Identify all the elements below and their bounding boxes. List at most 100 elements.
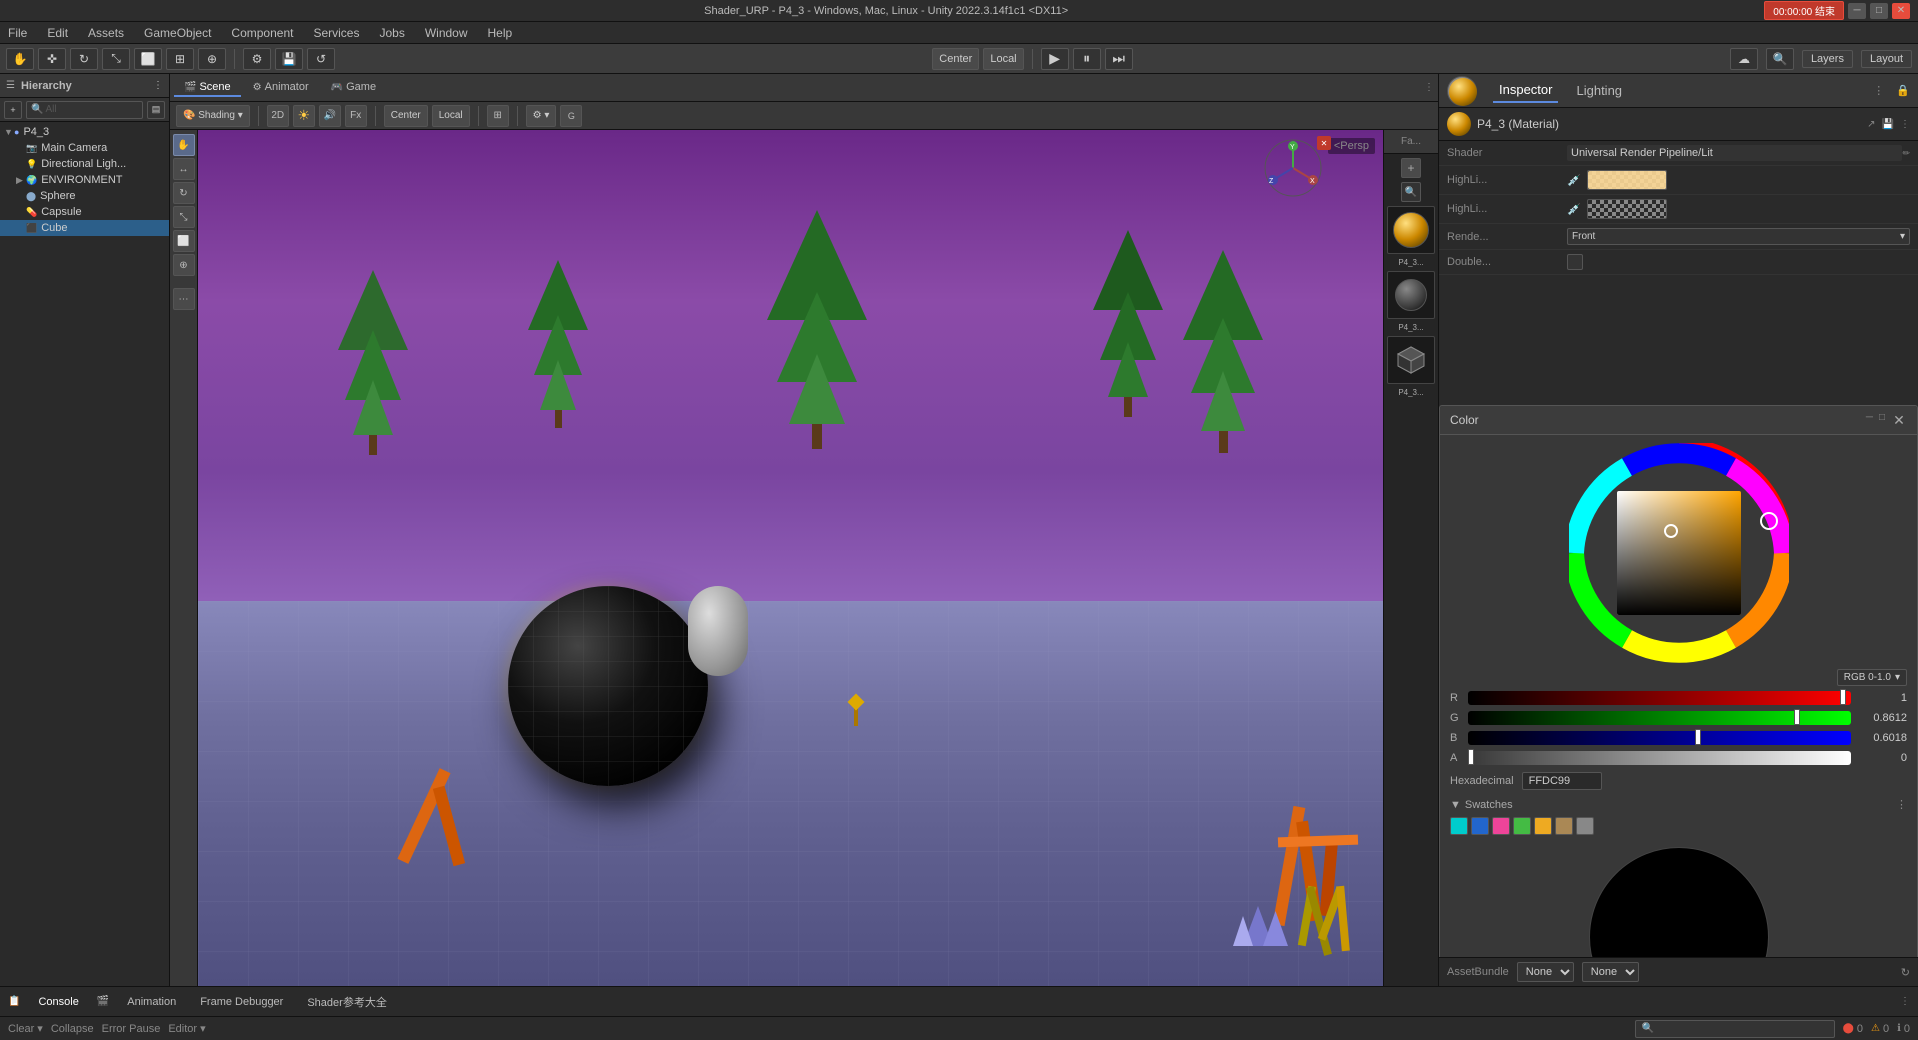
gizmo-close[interactable]: ✕ — [1317, 136, 1331, 150]
hier-item-cube[interactable]: ⬛ Cube — [0, 220, 169, 236]
tab-game[interactable]: 🎮Game — [321, 79, 386, 97]
collapse-btn[interactable]: Collapse — [51, 1023, 94, 1035]
hier-item-sphere[interactable]: ⬤ Sphere — [0, 188, 169, 204]
color-panel-expand[interactable]: □ — [1879, 412, 1885, 428]
close-btn[interactable]: ✕ — [1892, 3, 1910, 19]
menu-jobs[interactable]: Jobs — [375, 24, 408, 42]
a-slider-thumb[interactable] — [1468, 749, 1474, 765]
settings-btn[interactable]: ⚙ — [243, 48, 271, 70]
b-value[interactable]: 0.6018 — [1857, 732, 1907, 744]
vfx-toggle[interactable]: Fx — [345, 105, 367, 127]
menu-edit[interactable]: Edit — [43, 24, 72, 42]
scene-tabs-menu[interactable]: ⋮ — [1424, 82, 1434, 93]
error-pause-label[interactable]: Error Pause — [102, 1023, 161, 1035]
console-search[interactable]: 🔍 — [1635, 1020, 1835, 1038]
vtool-custom[interactable]: ⊕ — [173, 254, 195, 276]
swatch-blue[interactable] — [1471, 817, 1489, 835]
record-timer-btn[interactable]: 00:00:00 结束 — [1764, 1, 1844, 20]
tab-console[interactable]: Console — [32, 994, 84, 1010]
layout-dropdown[interactable]: Layout — [1861, 50, 1912, 68]
local-btn[interactable]: Local — [432, 105, 470, 127]
menu-file[interactable]: File — [4, 24, 31, 42]
vtool-rotate[interactable]: ↻ — [173, 182, 195, 204]
cloud-btn[interactable]: 🔍 — [1766, 48, 1794, 70]
hier-filter-btn[interactable]: ▤ — [147, 101, 165, 119]
tab-animator[interactable]: ⚙Animator — [243, 79, 319, 97]
b-slider-track[interactable] — [1468, 731, 1851, 745]
swatch-cyan[interactable] — [1450, 817, 1468, 835]
tab-scene[interactable]: 🎬Scene — [174, 79, 241, 97]
menu-window[interactable]: Window — [421, 24, 472, 42]
tab-frame-debugger[interactable]: Frame Debugger — [194, 994, 289, 1010]
shading-mode-btn[interactable]: 🎨 Shading ▾ — [176, 105, 250, 127]
vtool-move[interactable]: ↔ — [173, 158, 195, 180]
view-settings-btn[interactable]: ⚙ ▾ — [526, 105, 557, 127]
save-btn[interactable]: 💾 — [275, 48, 303, 70]
assets-add-btn[interactable]: + — [1401, 158, 1421, 178]
undo-btn[interactable]: ↺ — [307, 48, 335, 70]
hierarchy-menu-btn[interactable]: ⋮ — [153, 80, 163, 91]
2d-btn[interactable]: 2D — [267, 105, 289, 127]
console-menu[interactable]: ⋮ — [1900, 996, 1910, 1007]
menu-component[interactable]: Component — [227, 24, 297, 42]
audio-toggle[interactable]: 🔊 — [319, 105, 341, 127]
color-panel-collapse[interactable]: ─ — [1866, 412, 1873, 428]
b-slider-thumb[interactable] — [1695, 729, 1701, 745]
hier-item-camera[interactable]: 📷 Main Camera — [0, 140, 169, 156]
hier-item-environment[interactable]: ▶ 🌍 ENVIRONMENT — [0, 172, 169, 188]
vtool-scale[interactable]: ⤡ — [173, 206, 195, 228]
hier-item-capsule[interactable]: 💊 Capsule — [0, 204, 169, 220]
layers-dropdown[interactable]: Layers — [1802, 50, 1853, 68]
swatch-green[interactable] — [1513, 817, 1531, 835]
swatch-pink[interactable] — [1492, 817, 1510, 835]
hand-tool[interactable]: ✋ — [6, 48, 34, 70]
tab-animation[interactable]: Animation — [121, 994, 182, 1010]
asset-p4-cube[interactable] — [1387, 336, 1435, 384]
minimize-btn[interactable]: ─ — [1848, 3, 1866, 19]
grid-toggle[interactable]: ⊞ — [487, 105, 509, 127]
color-panel-close[interactable]: ✕ — [1891, 412, 1907, 428]
editor-btn[interactable]: Editor ▾ — [168, 1022, 205, 1035]
highlights-swatch-2[interactable] — [1587, 199, 1667, 219]
scale-tool[interactable]: ⤡ — [102, 48, 130, 70]
clear-label[interactable]: Clear — [8, 1023, 34, 1035]
transform-tool[interactable]: ⊞ — [166, 48, 194, 70]
move-tool[interactable]: ✜ — [38, 48, 66, 70]
r-slider-track[interactable] — [1468, 691, 1851, 705]
center-btn[interactable]: Center — [384, 105, 428, 127]
menu-help[interactable]: Help — [484, 24, 517, 42]
lighting-toggle[interactable]: ☀ — [293, 105, 315, 127]
editor-label[interactable]: Editor — [168, 1023, 197, 1035]
rotate-tool[interactable]: ↻ — [70, 48, 98, 70]
vtool-rect[interactable]: ⬜ — [173, 230, 195, 252]
r-slider-thumb[interactable] — [1840, 689, 1846, 705]
error-pause-btn[interactable]: Error Pause — [102, 1023, 161, 1035]
hier-add-btn[interactable]: + — [4, 101, 22, 119]
rect-tool[interactable]: ⬜ — [134, 48, 162, 70]
hex-input[interactable] — [1522, 772, 1602, 790]
r-value[interactable]: 1 — [1857, 692, 1907, 704]
swatches-collapse-arrow[interactable]: ▼ — [1450, 799, 1461, 811]
warning-count[interactable]: ⚠ 0 — [1871, 1023, 1889, 1035]
custom-tool[interactable]: ⊕ — [198, 48, 226, 70]
hier-item-p4-3[interactable]: ▼ ● P4_3 — [0, 124, 169, 140]
pivot-center-btn[interactable]: Center — [932, 48, 979, 70]
step-btn[interactable]: ⏭ — [1105, 48, 1133, 70]
a-slider-track[interactable] — [1468, 751, 1851, 765]
play-btn[interactable]: ▶ — [1041, 48, 1069, 70]
gizmos-btn[interactable]: G — [560, 105, 582, 127]
swatch-orange[interactable] — [1534, 817, 1552, 835]
menu-assets[interactable]: Assets — [84, 24, 128, 42]
assets-search-btn[interactable]: 🔍 — [1401, 182, 1421, 202]
asset-p4-sphere[interactable] — [1387, 271, 1435, 319]
g-value[interactable]: 0.8612 — [1857, 712, 1907, 724]
swatches-menu[interactable]: ⋮ — [1896, 798, 1907, 811]
log-count[interactable]: ℹ 0 — [1897, 1023, 1910, 1035]
maximize-btn[interactable]: □ — [1870, 3, 1888, 19]
vtool-hand[interactable]: ✋ — [173, 134, 195, 156]
a-value[interactable]: 0 — [1857, 752, 1907, 764]
swatch-brown[interactable] — [1555, 817, 1573, 835]
collapse-label[interactable]: Collapse — [51, 1023, 94, 1035]
pause-btn[interactable]: ⏸ — [1073, 48, 1101, 70]
pivot-local-btn[interactable]: Local — [983, 48, 1023, 70]
